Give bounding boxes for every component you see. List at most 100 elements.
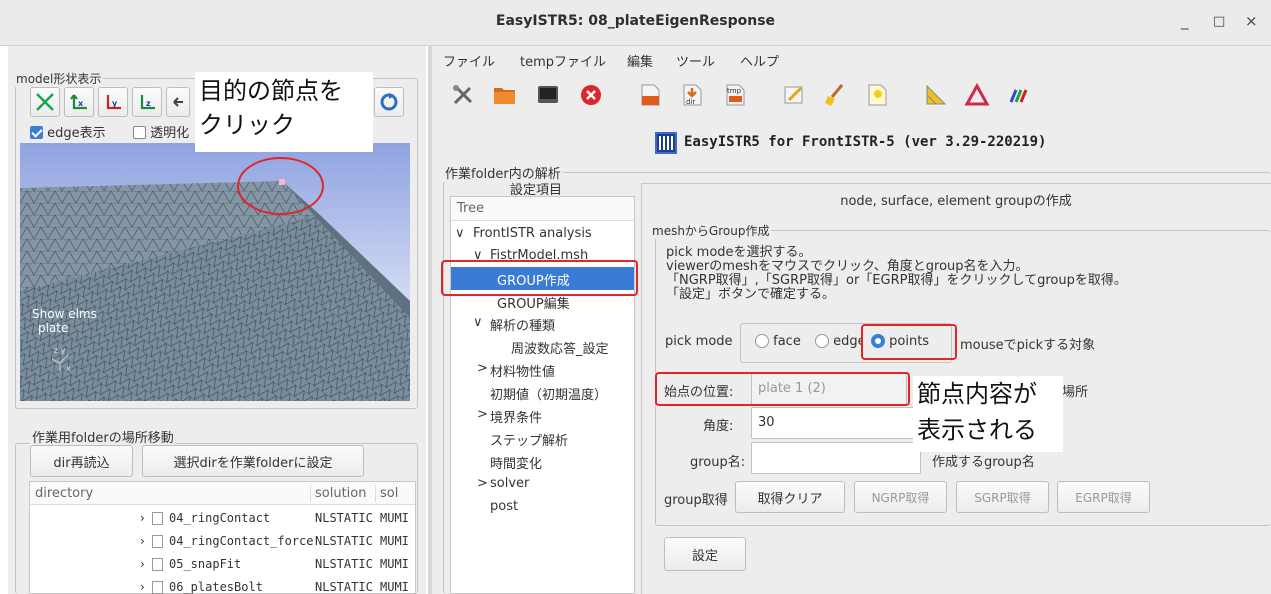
- points-highlight-box: [861, 324, 957, 360]
- instruction-line: pick modeを選択する。: [666, 245, 812, 260]
- edge-checkbox[interactable]: edge表示: [30, 122, 106, 141]
- mesh-group-title: meshからGroup作成: [650, 222, 772, 239]
- view-y-button[interactable]: y: [98, 87, 128, 117]
- tools-icon[interactable]: [450, 82, 476, 108]
- tree-item-time[interactable]: 時間変化: [490, 453, 542, 472]
- table-row[interactable]: › 05_snapFit NLSTATIC MUMI: [30, 553, 415, 576]
- ngrp-button[interactable]: NGRP取得: [854, 481, 947, 513]
- expand-icon[interactable]: ›: [140, 580, 145, 594]
- transparent-check-icon: [133, 126, 146, 139]
- edit-icon[interactable]: [781, 82, 807, 108]
- stop-icon[interactable]: [578, 82, 604, 108]
- egrp-button[interactable]: EGRP取得: [1057, 481, 1150, 513]
- radio-face[interactable]: face: [755, 333, 801, 349]
- menu-tools[interactable]: ツール: [676, 51, 715, 70]
- minimize-button[interactable]: _: [1181, 12, 1189, 30]
- tree-toggle[interactable]: ∨: [473, 315, 483, 330]
- folder-icon: [152, 581, 163, 594]
- table-row[interactable]: › 06_platesBolt NLSTATIC MUMI: [30, 576, 415, 594]
- table-row[interactable]: › 04_ringContact_force NLSTATIC MUMI: [30, 530, 415, 553]
- dir-solution: NLSTATIC: [315, 534, 373, 548]
- view-z-button[interactable]: z: [132, 87, 162, 117]
- tree-item-post[interactable]: post: [490, 499, 518, 514]
- tree-item-initial[interactable]: 初期値（初期温度）: [490, 384, 607, 403]
- col-sol[interactable]: sol: [380, 486, 398, 501]
- fit-view-button[interactable]: [30, 87, 60, 117]
- clean-icon[interactable]: [822, 82, 848, 108]
- maximize-button[interactable]: □: [1213, 14, 1225, 29]
- tree-toggle[interactable]: >: [477, 476, 488, 491]
- col-directory[interactable]: directory: [35, 486, 93, 501]
- clear-button[interactable]: 取得クリア: [735, 481, 845, 513]
- group-name-field[interactable]: [751, 442, 921, 474]
- rotate-left-button[interactable]: [166, 87, 190, 117]
- menu-edit[interactable]: 編集: [627, 51, 653, 70]
- tree-item-solver[interactable]: solver: [490, 476, 529, 491]
- svg-text:z: z: [146, 99, 151, 108]
- transparent-checkbox[interactable]: 透明化: [133, 122, 189, 141]
- folder-icon: [152, 535, 163, 548]
- directory-table: directory solution sol › 04_ringContact …: [29, 481, 416, 594]
- dir-icon-label: dir: [686, 98, 695, 106]
- close-button[interactable]: ×: [1245, 12, 1258, 30]
- table-row[interactable]: › 04_ringContact NLSTATIC MUMI: [30, 507, 415, 530]
- col-solution[interactable]: solution: [315, 486, 366, 501]
- instructions: pick modeを選択する。 viewerのmeshをマウスでクリック、角度と…: [666, 246, 1127, 302]
- results-icon[interactable]: [1006, 82, 1032, 108]
- folder-group-title: 作業用folderの場所移動: [30, 427, 176, 446]
- instruction-line: 「設定」ボタンで確定する。: [666, 287, 836, 302]
- new-file-icon[interactable]: [864, 82, 890, 108]
- title-bar: EasyISTR5: 08_plateEigenResponse _ □ ×: [0, 0, 1271, 46]
- angle-field[interactable]: 30: [751, 407, 921, 439]
- open-folder-icon[interactable]: [492, 82, 518, 108]
- menu-temp-file[interactable]: tempファイル: [520, 51, 606, 70]
- tree-item-freq-response[interactable]: 周波数応答_設定: [511, 338, 609, 357]
- mesh-icon[interactable]: [923, 82, 949, 108]
- tree-toggle[interactable]: >: [477, 407, 488, 422]
- terminal-icon[interactable]: [535, 82, 561, 108]
- tree-item-boundary[interactable]: 境界条件: [490, 407, 542, 426]
- tree-toggle[interactable]: >: [477, 361, 488, 376]
- tree-item-frontistr-analysis[interactable]: FrontISTR analysis: [473, 226, 592, 241]
- menu-file[interactable]: ファイル: [443, 51, 495, 70]
- tree-item-step[interactable]: ステップ解析: [490, 430, 568, 449]
- tree-toggle[interactable]: ∨: [455, 226, 465, 241]
- start-hint: 場所: [1062, 385, 1089, 400]
- fit-arrows-icon: [36, 93, 54, 111]
- set-button[interactable]: 設定: [664, 537, 746, 571]
- dir-solution: NLSTATIC: [315, 511, 373, 525]
- radio-edge[interactable]: edge: [815, 334, 863, 349]
- reload-dir-button[interactable]: dir再読込: [30, 445, 133, 477]
- expand-icon[interactable]: ›: [140, 511, 145, 525]
- dir-download-icon[interactable]: dir: [679, 82, 705, 108]
- pick-mode-label: pick mode: [665, 334, 733, 349]
- set-work-folder-button[interactable]: 選択dirを作業folderに設定: [142, 445, 364, 477]
- paraview-icon[interactable]: [964, 82, 990, 108]
- group-name-label: group名:: [690, 455, 746, 470]
- pick-hint: mouseでpickする対象: [960, 338, 1096, 353]
- highlight-circle: [237, 157, 324, 215]
- radio-edge-label: edge: [833, 334, 863, 349]
- sgrp-button[interactable]: SGRP取得: [956, 481, 1049, 513]
- menu-help[interactable]: ヘルプ: [740, 51, 779, 70]
- table-header: directory solution sol: [30, 482, 415, 505]
- tree-item-analysis-type[interactable]: 解析の種類: [490, 315, 555, 334]
- view-x-button[interactable]: x: [64, 87, 94, 117]
- folder-icon: [152, 558, 163, 571]
- window-title: EasyISTR5: 08_plateEigenResponse: [495, 13, 776, 29]
- axis-x-icon: x: [70, 94, 87, 110]
- refresh-button[interactable]: [374, 87, 404, 117]
- dir-solution: NLSTATIC: [315, 580, 373, 594]
- save-file-icon[interactable]: [637, 82, 663, 108]
- mesh-viewer[interactable]: Show elms plate z y x: [20, 143, 410, 401]
- tree-item-material[interactable]: 材料物性値: [490, 361, 555, 380]
- expand-icon[interactable]: ›: [140, 557, 145, 571]
- tmp-file-icon[interactable]: tmp: [722, 82, 748, 108]
- settings-tree: Tree ∨ FrontISTR analysis ∨ FistrModel.m…: [450, 196, 635, 594]
- start-highlight-box: [655, 372, 910, 406]
- dir-sol: MUMI: [380, 511, 409, 525]
- expand-icon[interactable]: ›: [140, 534, 145, 548]
- dir-sol: MUMI: [380, 580, 409, 594]
- group-name-hint: 作成するgroup名: [932, 455, 1035, 470]
- edge-checkbox-label: edge表示: [47, 126, 106, 141]
